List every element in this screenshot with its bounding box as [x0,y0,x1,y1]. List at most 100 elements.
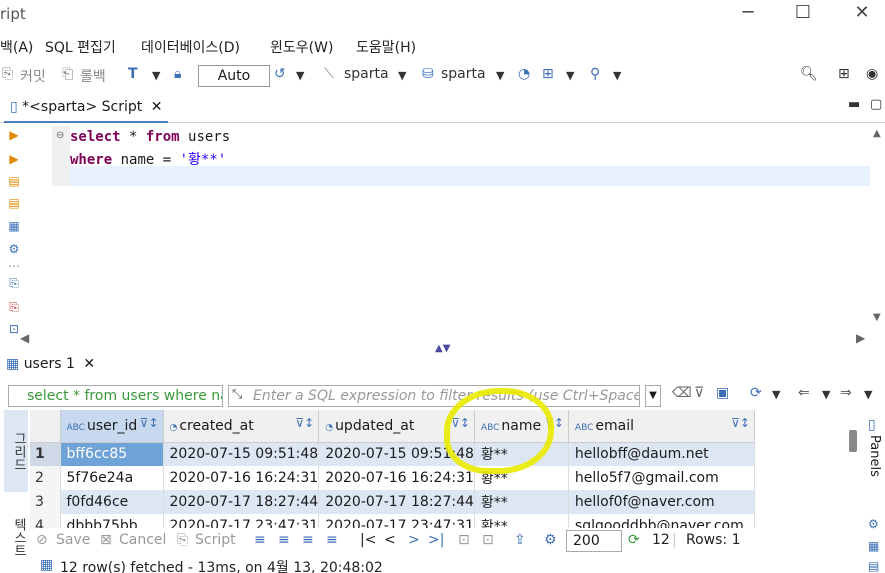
cell-updated-at[interactable]: 2020-07-17 18:27:44 [318,490,475,514]
transaction-mode-icon[interactable]: T [128,66,138,82]
explain-plan-icon[interactable]: ▦ [7,219,21,233]
back-icon[interactable]: ⇐ [798,385,810,401]
chevron-down-icon[interactable]: ▼ [772,388,780,401]
cell-user-id[interactable]: 5f76e24a [60,466,164,490]
settings-icon[interactable]: ⚙ [544,532,557,548]
query-preview[interactable]: select * from users where na [8,385,223,407]
scroll-up-icon[interactable]: ▲ [873,128,881,139]
table-row[interactable]: 1 bff6cc85 2020-07-15 09:51:48 2020-07-1… [30,442,755,466]
maximize-panel-icon[interactable]: ▢ [870,97,882,112]
sort-filter-icon[interactable]: ⊽↕ [140,416,159,430]
filter-expression-input[interactable]: Enter a SQL expression to filter results… [228,385,640,407]
script-button[interactable]: Script [195,532,236,548]
refresh-icon[interactable]: ⟳ [628,532,640,548]
execute-script-new-tab-icon[interactable]: ▤ [7,196,21,210]
cell-email[interactable]: hellof0f@naver.com [568,490,755,514]
settings-icon[interactable]: ⚙ [7,242,21,256]
chevron-down-icon[interactable]: ▼ [864,388,872,401]
minimize-button[interactable]: ─ [733,2,763,23]
fetch-size-input[interactable]: 200 [566,530,622,552]
plan-icon[interactable]: ⊞ [542,66,554,82]
sort-filter-icon[interactable]: ⊽↕ [731,416,750,430]
row-number[interactable]: 3 [30,490,61,514]
sql-editor[interactable]: ⊖ select * from users where name = '황**' [40,126,870,326]
chevron-down-icon[interactable]: ▼ [613,69,621,82]
edit-row-icon[interactable]: ≡ [254,532,266,548]
tab-script[interactable]: ▯ *<sparta> Script ✕ [4,95,169,123]
perspective-icon[interactable]: ⊞ [838,66,850,82]
fetch-page-icon[interactable]: ⊡ [458,532,470,548]
delete-row-icon[interactable]: ≡ [326,532,338,548]
transaction-mode-field[interactable]: Auto [198,65,270,87]
cell-name[interactable]: 황** [474,514,569,528]
column-header-email[interactable]: ABC email ⊽↕ [568,410,755,443]
refresh-mode-icon[interactable]: ⟳ [750,385,762,401]
history-icon[interactable]: ↺ [274,66,286,82]
menu-item-sql-editor[interactable]: SQL 편집기 [45,37,116,57]
grid-scrollbar-thumb[interactable] [849,430,857,452]
execute-in-new-tab-icon[interactable]: ▶ [7,152,21,166]
fold-icon[interactable]: ⊖ [56,130,64,141]
avatar[interactable]: ◉ [866,66,878,82]
tab-users-1[interactable]: ▦ users 1 ✕ [6,356,95,372]
filter-history-dropdown[interactable]: ▼ [645,385,661,407]
sort-filter-icon[interactable]: ⊽↕ [295,416,314,430]
first-page-icon[interactable]: |< [360,532,376,548]
close-icon[interactable]: ✕ [83,356,95,372]
scroll-right-icon[interactable]: ▶ [856,331,865,345]
menu-item-edit[interactable]: 백(A) [0,37,33,57]
fetch-all-icon[interactable]: ⊡ [482,532,494,548]
scroll-down-icon[interactable]: ▼ [873,312,881,323]
menu-item-window[interactable]: 윈도우(W) [270,37,333,57]
cell-created-at[interactable]: 2020-07-16 16:24:31 [163,466,320,490]
editor-vertical-scrollbar[interactable]: ▲ ▼ [872,126,885,336]
cell-updated-at[interactable]: 2020-07-17 23:47:31 [318,514,475,528]
table-row[interactable]: 2 5f76e24a 2020-07-16 16:24:31 2020-07-1… [30,466,755,490]
cell-created-at[interactable]: 2020-07-17 23:47:31 [163,514,320,528]
close-icon[interactable]: ✕ [151,99,163,115]
last-page-icon[interactable]: >| [428,532,444,548]
chevron-down-icon[interactable]: ▼ [496,69,504,82]
rollback-button[interactable]: 롤백 [80,66,106,86]
cancel-button[interactable]: Cancel [119,532,166,548]
menu-item-help[interactable]: 도움말(H) [356,37,416,57]
minimize-panel-icon[interactable]: ▬ [848,97,860,112]
add-row-icon[interactable]: ≡ [278,532,290,548]
cell-user-id[interactable]: dbbb75bb [60,514,164,528]
tab-text[interactable]: 텍스트 [4,504,28,570]
filter-icon[interactable]: ⊽ [694,385,704,401]
previous-page-icon[interactable]: < [384,532,396,548]
search-icon[interactable]: ⚲ [590,66,600,82]
cell-email[interactable]: hello5f7@gmail.com [568,466,755,490]
save-button[interactable]: Save [56,532,90,548]
cell-updated-at[interactable]: 2020-07-16 16:24:31 [318,466,475,490]
menu-item-database[interactable]: 데이터베이스(D) [141,37,240,57]
chevron-down-icon[interactable]: ▼ [822,388,830,401]
export-data-icon[interactable]: ⇪ [514,532,526,548]
close-button[interactable]: ✕ [847,2,877,23]
chevron-down-icon[interactable]: ▼ [566,69,574,82]
dashboard-icon[interactable]: ◔ [518,66,530,82]
chevron-down-icon[interactable]: ▼ [398,69,406,82]
global-search-icon[interactable]: 🔍︎ [800,66,818,82]
connection-selector[interactable]: sparta [344,66,389,82]
execute-statement-icon[interactable]: ▶ [7,128,21,142]
sash-toggle-icon[interactable]: ▲▼ [435,343,450,354]
lock-icon[interactable]: 🔒︎ [174,66,181,82]
row-number[interactable]: 4 [30,514,61,528]
cell-email[interactable]: hellobff@daum.net [568,442,755,466]
table-row[interactable]: 4 dbbb75bb 2020-07-17 23:47:31 2020-07-1… [30,514,755,528]
cell-user-id[interactable]: f0fd46ce [60,490,164,514]
cell-created-at[interactable]: 2020-07-17 18:27:44 [163,490,320,514]
save-script-icon[interactable]: ⎘ [7,300,21,314]
results-grid[interactable]: ABC user_id ⊽↕ ◔ created_at ⊽↕ ◔ updated_at ⊽↕… [30,410,845,528]
next-page-icon[interactable]: > [408,532,420,548]
table-row[interactable]: 3 f0fd46ce 2020-07-17 18:27:44 2020-07-1… [30,490,755,514]
row-number[interactable]: 1 [30,442,61,466]
commit-button[interactable]: 커밋 [20,66,46,86]
schema-selector[interactable]: sparta [441,66,486,82]
execute-script-icon[interactable]: ▤ [7,174,21,188]
cell-created-at[interactable]: 2020-07-15 09:51:48 [163,442,320,466]
column-header-user-id[interactable]: ABC user_id ⊽↕ [60,410,164,443]
cell-email[interactable]: sqlgooddbb@naver.com [568,514,755,528]
